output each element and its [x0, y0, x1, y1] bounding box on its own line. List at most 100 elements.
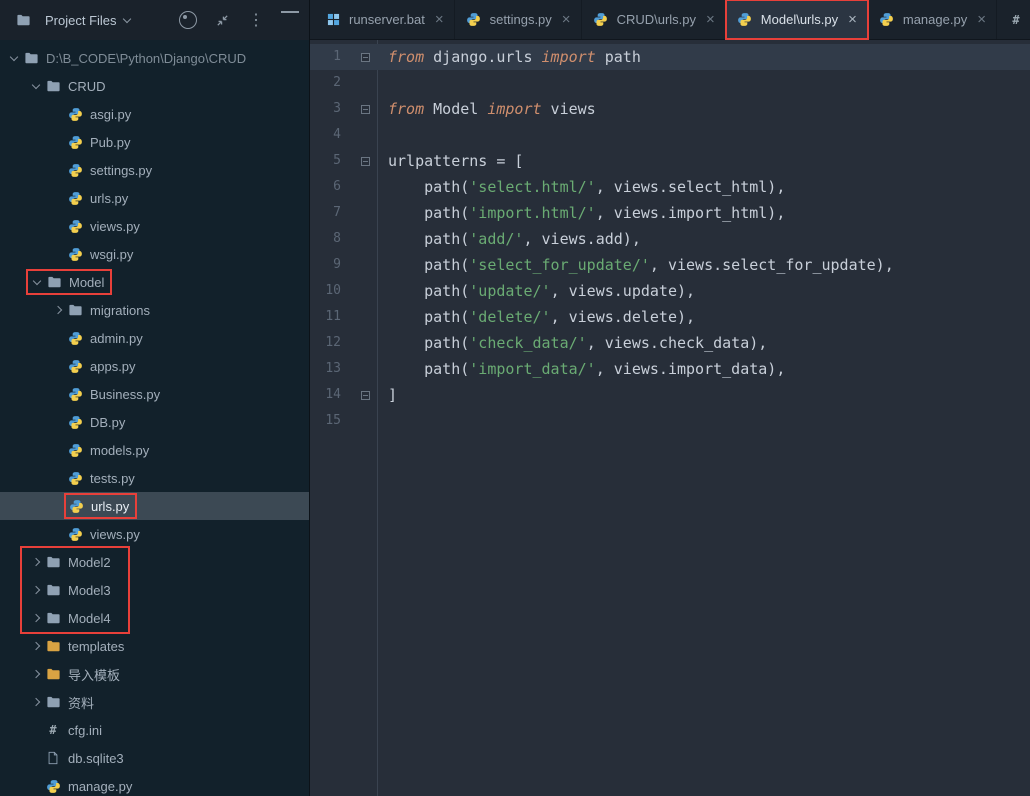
fold-marker-icon[interactable]	[341, 382, 377, 408]
close-icon[interactable]: ×	[562, 12, 571, 27]
code-line-6[interactable]: 6 path('select.html/', views.select_html…	[310, 174, 1030, 200]
fold-gutter	[341, 226, 377, 252]
hide-panel-icon[interactable]	[281, 11, 299, 29]
code-line-3[interactable]: 3from Model import views	[310, 96, 1030, 122]
chevron-right-icon[interactable]	[28, 582, 44, 598]
line-number[interactable]: 5	[310, 148, 341, 174]
line-number[interactable]: 15	[310, 408, 341, 434]
code-line-9[interactable]: 9 path('select_for_update/', views.selec…	[310, 252, 1030, 278]
tree-item-models.py[interactable]: models.py	[0, 436, 309, 464]
code-editor[interactable]: 1from django.urls import path23from Mode…	[310, 40, 1030, 796]
code-line-8[interactable]: 8 path('add/', views.add),	[310, 226, 1030, 252]
bat-file-icon	[324, 12, 342, 28]
python-file-icon	[66, 218, 84, 234]
line-number[interactable]: 9	[310, 252, 341, 278]
line-number[interactable]: 4	[310, 122, 341, 148]
tree-item-tests.py[interactable]: tests.py	[0, 464, 309, 492]
code-text: ]	[377, 382, 397, 408]
chevron-down-icon[interactable]	[29, 274, 45, 290]
python-file-icon	[66, 106, 84, 122]
line-number[interactable]: 1	[310, 44, 341, 70]
line-number[interactable]: 6	[310, 174, 341, 200]
code-line-4[interactable]: 4	[310, 122, 1030, 148]
tree-item-CRUD[interactable]: CRUD	[0, 72, 309, 100]
tree-item-views.py[interactable]: views.py	[0, 212, 309, 240]
line-number[interactable]: 13	[310, 356, 341, 382]
tree-item-db.sqlite3[interactable]: db.sqlite3	[0, 744, 309, 772]
line-number[interactable]: 10	[310, 278, 341, 304]
code-line-2[interactable]: 2	[310, 70, 1030, 96]
python-file-icon	[66, 246, 84, 262]
tree-item-资料[interactable]: 资料	[0, 688, 309, 716]
fold-marker-icon[interactable]	[341, 148, 377, 174]
tree-item-Model2[interactable]: Model2	[0, 548, 309, 576]
code-line-1[interactable]: 1from django.urls import path	[310, 44, 1030, 70]
python-file-icon	[44, 778, 62, 794]
fold-marker-icon[interactable]	[341, 44, 377, 70]
tree-item-urls.py[interactable]: urls.py	[0, 492, 309, 520]
code-line-14[interactable]: 14]	[310, 382, 1030, 408]
close-icon[interactable]: ×	[435, 12, 444, 27]
code-line-11[interactable]: 11 path('delete/', views.delete),	[310, 304, 1030, 330]
python-file-icon	[66, 414, 84, 430]
line-number[interactable]: 12	[310, 330, 341, 356]
tab-settings.py[interactable]: settings.py×	[455, 0, 582, 39]
tree-item-urls.py[interactable]: urls.py	[0, 184, 309, 212]
tree-item-Model[interactable]: Model	[0, 268, 309, 296]
chevron-right-icon[interactable]	[28, 638, 44, 654]
tab-manage.py[interactable]: manage.py×	[868, 0, 997, 39]
line-number[interactable]: 11	[310, 304, 341, 330]
line-number[interactable]: 8	[310, 226, 341, 252]
tree-item-settings.py[interactable]: settings.py	[0, 156, 309, 184]
code-text	[377, 122, 388, 148]
tab-CRUD-urls.py[interactable]: CRUD\urls.py×	[582, 0, 726, 39]
tree-item-Business.py[interactable]: Business.py	[0, 380, 309, 408]
more-options-icon[interactable]: ⋮	[247, 11, 265, 29]
close-icon[interactable]: ×	[706, 12, 715, 27]
tree-item-D:-B_CODE-Python-Django-CRUD[interactable]: D:\B_CODE\Python\Django\CRUD	[0, 44, 309, 72]
collapse-all-icon[interactable]	[213, 11, 231, 29]
code-line-15[interactable]: 15	[310, 408, 1030, 434]
code-line-7[interactable]: 7 path('import.html/', views.import_html…	[310, 200, 1030, 226]
close-icon[interactable]: ×	[977, 12, 986, 27]
tree-item-manage.py[interactable]: manage.py	[0, 772, 309, 796]
chevron-down-icon[interactable]	[6, 50, 22, 66]
chevron-right-icon[interactable]	[28, 554, 44, 570]
fold-gutter	[341, 304, 377, 330]
line-number[interactable]: 2	[310, 70, 341, 96]
folder-icon	[22, 50, 40, 66]
line-number[interactable]: 14	[310, 382, 341, 408]
tree-item-DB.py[interactable]: DB.py	[0, 408, 309, 436]
tab-cfg.ini[interactable]: #cfg.ini×	[997, 0, 1030, 39]
code-line-5[interactable]: 5urlpatterns = [	[310, 148, 1030, 174]
code-line-10[interactable]: 10 path('update/', views.update),	[310, 278, 1030, 304]
tree-item-Pub.py[interactable]: Pub.py	[0, 128, 309, 156]
tree-item-导入模板[interactable]: 导入模板	[0, 660, 309, 688]
tree-item-Model4[interactable]: Model4	[0, 604, 309, 632]
line-number[interactable]: 3	[310, 96, 341, 122]
tree-item-asgi.py[interactable]: asgi.py	[0, 100, 309, 128]
tree-item-apps.py[interactable]: apps.py	[0, 352, 309, 380]
close-icon[interactable]: ×	[848, 12, 857, 27]
tree-item-cfg.ini[interactable]: #cfg.ini	[0, 716, 309, 744]
project-view-selector[interactable]: Project Files	[8, 8, 136, 32]
tree-item-label: templates	[68, 639, 124, 654]
tree-item-templates[interactable]: templates	[0, 632, 309, 660]
line-number[interactable]: 7	[310, 200, 341, 226]
tree-item-Model3[interactable]: Model3	[0, 576, 309, 604]
chevron-right-icon[interactable]	[50, 302, 66, 318]
tree-item-views.py[interactable]: views.py	[0, 520, 309, 548]
tree-item-admin.py[interactable]: admin.py	[0, 324, 309, 352]
code-line-13[interactable]: 13 path('import_data/', views.import_dat…	[310, 356, 1030, 382]
chevron-down-icon[interactable]	[28, 78, 44, 94]
tree-item-wsgi.py[interactable]: wsgi.py	[0, 240, 309, 268]
chevron-right-icon[interactable]	[28, 610, 44, 626]
tab-runserver.bat[interactable]: runserver.bat×	[314, 0, 455, 39]
locate-file-icon[interactable]	[179, 11, 197, 29]
tree-item-migrations[interactable]: migrations	[0, 296, 309, 324]
code-line-12[interactable]: 12 path('check_data/', views.check_data)…	[310, 330, 1030, 356]
chevron-right-icon[interactable]	[28, 694, 44, 710]
fold-marker-icon[interactable]	[341, 96, 377, 122]
chevron-right-icon[interactable]	[28, 666, 44, 682]
tab-Model-urls.py[interactable]: Model\urls.py×	[726, 0, 868, 39]
